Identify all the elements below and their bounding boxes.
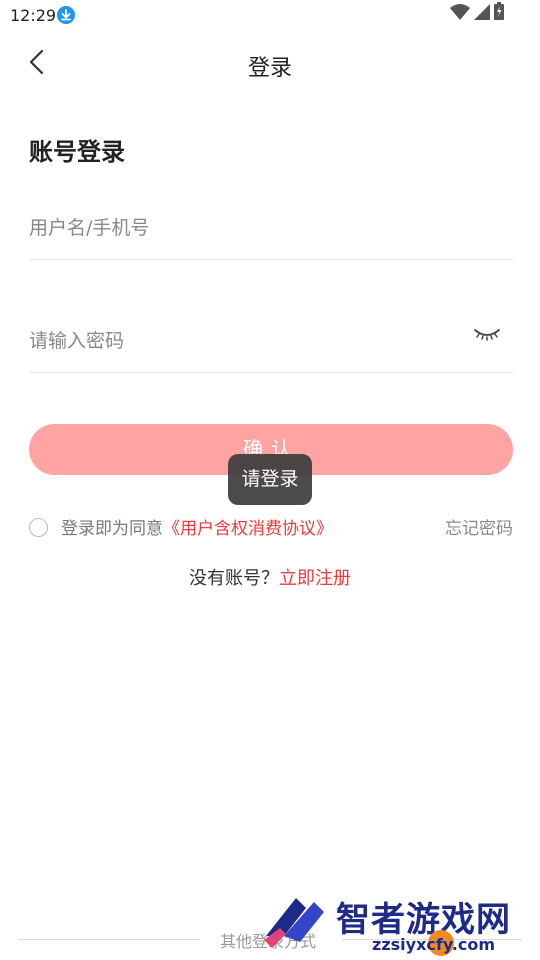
watermark-logo: 智者游戏网 zzsiyxcfy.com — [260, 890, 540, 960]
watermark-mark-icon — [260, 890, 332, 960]
eye-closed-icon[interactable] — [473, 326, 501, 342]
login-screen: 12:29 登录 账号登录 用户名/手机号 确认 请登录 登录即为同意《用户含权… — [0, 0, 540, 960]
register-link[interactable]: 立即注册 — [279, 568, 351, 589]
forgot-password-link[interactable]: 忘记密码 — [445, 514, 513, 539]
app-header: 登录 — [0, 30, 540, 94]
username-input[interactable] — [29, 212, 449, 244]
register-prefix: 没有账号？ — [189, 568, 279, 589]
battery-icon — [494, 2, 504, 24]
register-row: 没有账号？立即注册 — [0, 564, 540, 590]
password-field — [29, 323, 513, 373]
toast-message: 请登录 — [228, 454, 312, 505]
signal-icon — [474, 4, 490, 24]
agreement-checkbox[interactable] — [29, 518, 48, 537]
divider-line-left — [18, 939, 200, 940]
agreement-text: 登录即为同意《用户含权消费协议》 — [61, 514, 333, 539]
download-icon — [57, 6, 75, 24]
watermark-title: 智者游戏网 — [336, 900, 511, 940]
agreement-prefix: 登录即为同意 — [61, 519, 163, 539]
page-title: 登录 — [247, 56, 292, 81]
agreement-link[interactable]: 《用户含权消费协议》 — [163, 519, 333, 539]
watermark-domain: zzsiyxcfy.com — [372, 935, 496, 954]
section-title: 账号登录 — [29, 138, 125, 166]
wifi-icon — [450, 4, 470, 24]
status-bar: 12:29 — [0, 0, 540, 30]
status-icons — [450, 2, 504, 24]
username-field — [29, 210, 513, 260]
status-time: 12:29 — [10, 6, 57, 25]
password-input[interactable] — [29, 325, 449, 357]
agreement-row: 登录即为同意《用户含权消费协议》 忘记密码 — [29, 514, 513, 540]
